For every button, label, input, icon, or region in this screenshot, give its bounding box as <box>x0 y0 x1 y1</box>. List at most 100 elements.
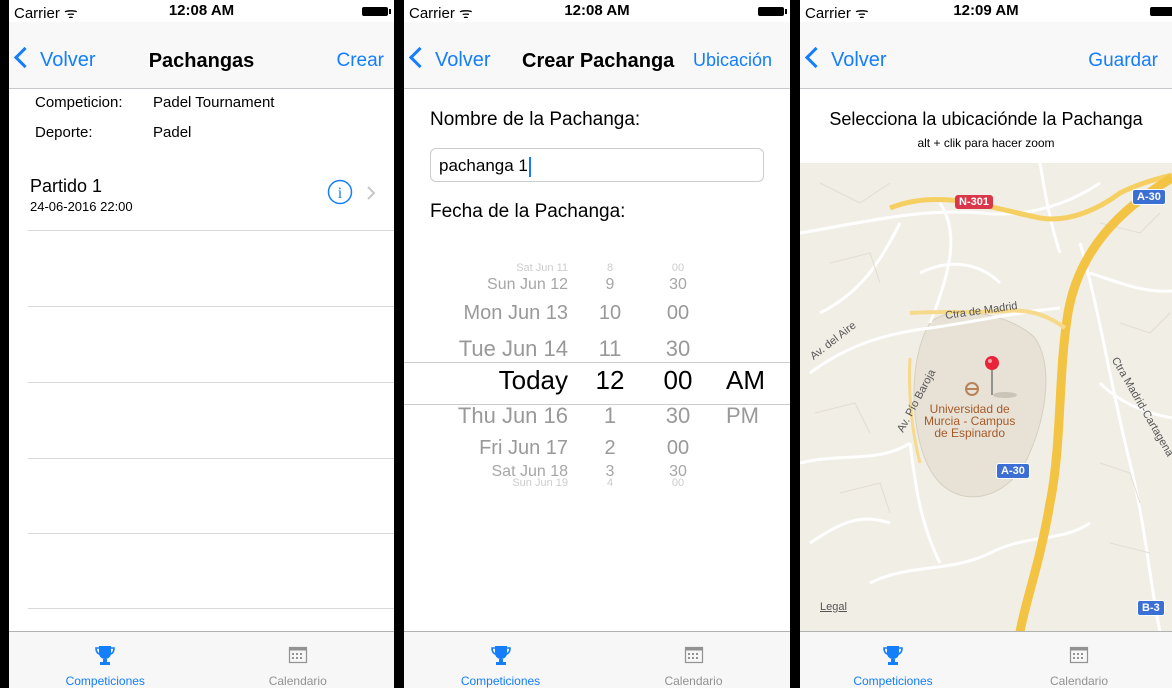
table-row[interactable]: Partido 1 24-06-2016 22:00 i <box>9 160 394 230</box>
picker-hour: 10 <box>598 302 622 324</box>
date-label: Fecha de la Pachanga: <box>430 201 626 222</box>
picker-ampm: AM <box>726 365 765 395</box>
picker-row[interactable]: Sun Jun 19 4 00 <box>404 477 790 515</box>
svg-text:i: i <box>338 185 343 202</box>
tab-label: Calendario <box>268 674 327 688</box>
sport-label: Deporte: <box>35 124 93 141</box>
sport-value: Padel <box>153 124 192 141</box>
picker-date: Sat Jun 11 <box>516 262 568 274</box>
legal-link[interactable]: Legal <box>820 601 847 613</box>
location-screen: Carrier ᯤ 12:09 AM Volver Guardar Selecc… <box>800 0 1172 688</box>
pachangas-screen: Carrier ᯤ 12:08 AM Volver Pachangas Crea… <box>9 0 394 688</box>
road-badge-n301: N-301 <box>955 195 993 209</box>
create-button[interactable]: Crear <box>336 50 384 72</box>
tab-calendario[interactable]: Calendario <box>597 632 790 688</box>
separator <box>28 306 394 307</box>
tab-competiciones[interactable]: Competiciones <box>404 632 597 688</box>
map-view[interactable]: N-301 A-30 A-30 B-3 Ctra de Madrid Av. d… <box>800 163 1172 632</box>
road-badge-a30: A-30 <box>996 463 1030 479</box>
separator <box>28 533 394 534</box>
picker-minute: 00 <box>671 262 685 274</box>
picker-date: Today <box>498 365 568 395</box>
separator <box>28 458 394 459</box>
poi-university: Universidad de Murcia - Campus de Espina… <box>924 402 1016 440</box>
picker-minute: 00 <box>663 365 693 395</box>
status-time: 12:08 AM <box>168 2 235 19</box>
picker-date: Mon Jun 13 <box>463 302 568 324</box>
save-button[interactable]: Guardar <box>1088 50 1158 72</box>
picker-hour: 1 <box>603 403 617 428</box>
battery-icon <box>1150 7 1172 16</box>
tab-competiciones[interactable]: Competiciones <box>800 632 986 688</box>
separator <box>28 608 394 609</box>
navigation-bar: Volver Pachangas Crear <box>9 22 394 89</box>
picker-date: Sun Jun 12 <box>487 276 568 293</box>
picker-minute: 00 <box>666 302 690 324</box>
status-time: 12:09 AM <box>953 2 1019 19</box>
back-button[interactable]: Volver <box>804 46 887 72</box>
picker-minute: 30 <box>665 336 691 361</box>
picker-hour: 4 <box>606 477 614 489</box>
tab-label: Competiciones <box>65 674 145 688</box>
navigation-bar: Volver Crear Pachanga Ubicación <box>404 22 790 89</box>
tab-calendario[interactable]: Calendario <box>202 632 395 688</box>
chevron-right-icon <box>367 186 376 200</box>
info-icon[interactable]: i <box>327 179 353 205</box>
calendar-icon <box>684 646 703 664</box>
picker-hour: 9 <box>605 276 615 293</box>
create-pachanga-screen: Carrier ᯤ 12:08 AM Volver Crear Pachanga… <box>404 0 790 688</box>
tab-bar: Competiciones Calendario <box>404 631 790 688</box>
picker-date: Tue Jun 14 <box>458 336 568 361</box>
picker-hour: 12 <box>595 365 625 395</box>
picker-ampm: PM <box>726 403 759 428</box>
separator <box>28 230 394 231</box>
text-caret <box>528 156 531 177</box>
match-title: Partido 1 <box>30 176 103 196</box>
battery-icon <box>362 7 391 16</box>
tab-bar: Competiciones Calendario <box>9 631 394 688</box>
map-heading: Selecciona la ubicaciónde la Pachanga <box>829 109 1143 129</box>
picker-hour: 2 <box>604 437 616 459</box>
trophy-icon <box>490 646 511 665</box>
chevron-left-icon <box>408 46 431 69</box>
location-button[interactable]: Ubicación <box>693 50 772 71</box>
separator <box>28 382 394 383</box>
status-time: 12:08 AM <box>564 2 630 19</box>
picker-minute: 00 <box>671 477 685 489</box>
map-pin-icon <box>985 356 999 370</box>
picker-date: Fri Jun 17 <box>479 437 568 459</box>
tab-label: Competiciones <box>460 674 541 688</box>
map-instructions: Selecciona la ubicaciónde la Pachanga al… <box>800 89 1172 163</box>
name-field[interactable]: pachanga 1 <box>430 148 764 182</box>
picker-minute: 00 <box>666 437 690 459</box>
tab-calendario[interactable]: Calendario <box>986 632 1172 688</box>
status-bar: Carrier ᯤ 12:09 AM <box>800 0 1172 22</box>
competition-label: Competicion: <box>35 94 123 111</box>
calendar-icon <box>1069 646 1089 664</box>
picker-date: Thu Jun 16 <box>457 403 568 428</box>
picker-hour: 11 <box>598 336 622 361</box>
date-picker[interactable]: Sat Jun 11 8 00 Sun Jun 12 9 30 Mon Jun 13 10 00… <box>404 252 790 512</box>
map-canvas <box>800 163 1172 632</box>
picker-minute: 30 <box>669 276 687 293</box>
navigation-bar: Volver Guardar <box>800 22 1172 89</box>
picker-date: Sun Jun 19 <box>512 477 568 489</box>
competition-value: Padel Tournament <box>153 94 275 111</box>
picker-row[interactable]: Mon Jun 13 10 00 <box>404 302 790 340</box>
tab-competiciones[interactable]: Competiciones <box>9 632 202 688</box>
chevron-left-icon <box>804 46 827 69</box>
picker-hour: 8 <box>606 262 614 274</box>
picker-row-selected[interactable]: Today 12 00 AM <box>404 365 790 403</box>
page-title: Crear Pachanga <box>522 50 675 72</box>
picker-minute: 30 <box>665 403 691 428</box>
back-button[interactable]: Volver <box>408 46 491 72</box>
match-date: 24-06-2016 22:00 <box>30 199 133 214</box>
tab-bar: Competiciones Calendario <box>800 631 1172 688</box>
tab-label: Competiciones <box>853 674 933 688</box>
calendar-icon <box>288 646 307 664</box>
battery-icon <box>758 7 787 16</box>
name-label: Nombre de la Pachanga: <box>430 109 641 130</box>
picker-row[interactable]: Thu Jun 16 1 30 PM <box>404 403 790 441</box>
tab-label: Calendario <box>664 674 723 688</box>
tab-label: Calendario <box>1049 674 1109 688</box>
